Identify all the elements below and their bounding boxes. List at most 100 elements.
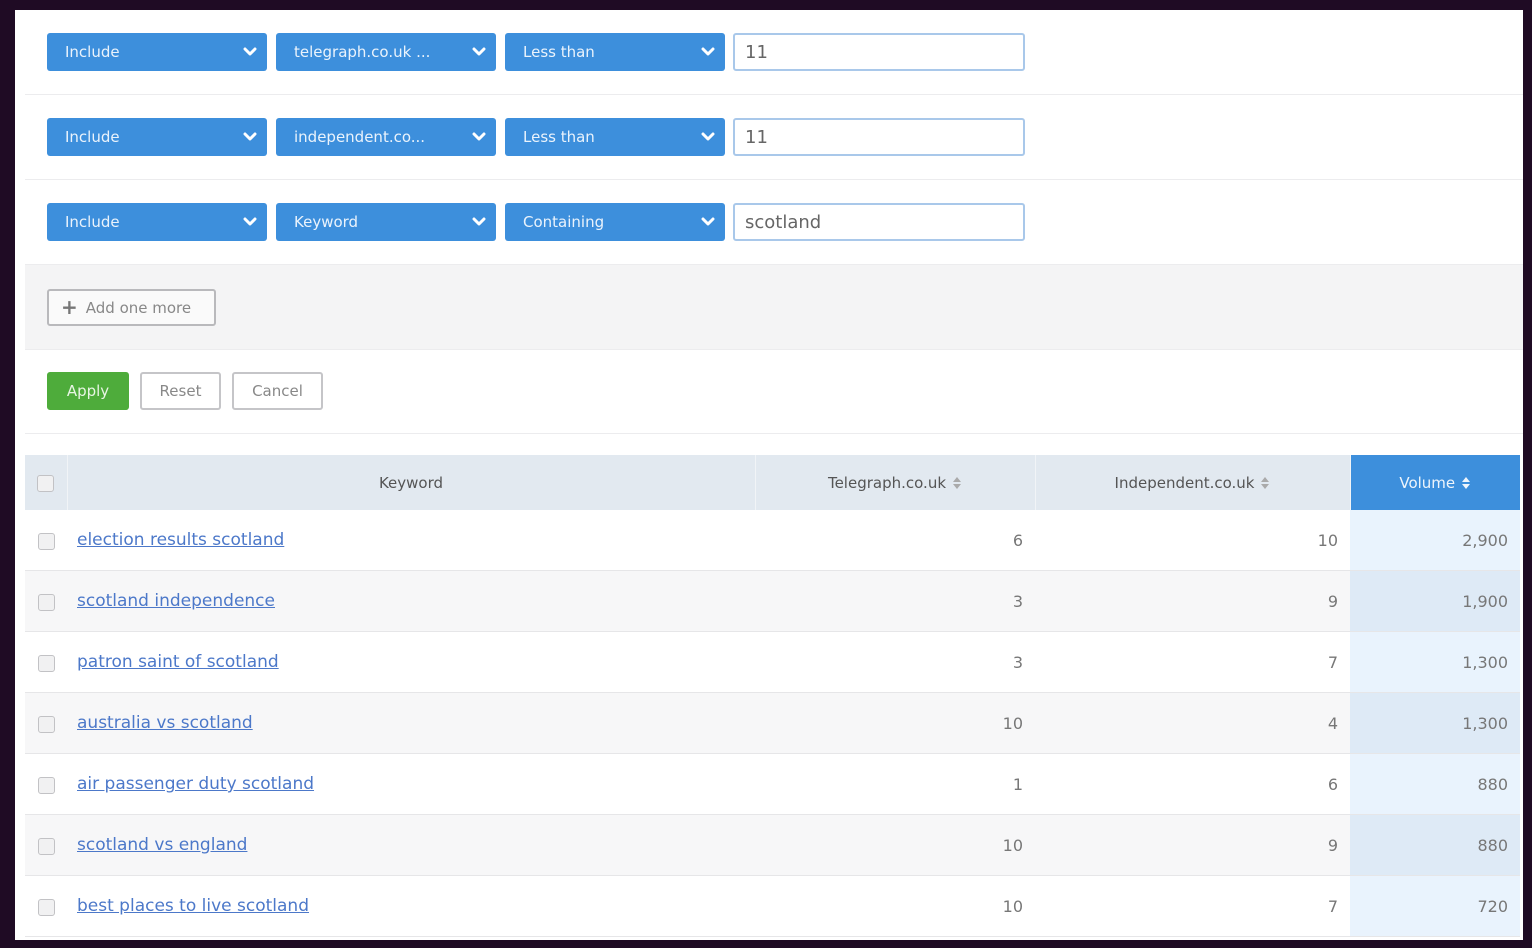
chevron-down-icon bbox=[701, 132, 715, 141]
independent-position: 9 bbox=[1035, 814, 1350, 876]
row-select-cell bbox=[25, 875, 67, 937]
add-filter-band: + Add one more bbox=[25, 265, 1523, 350]
keyword-cell: patron saint of scotland bbox=[67, 631, 755, 693]
independent-position: 7 bbox=[1035, 875, 1350, 937]
telegraph-position: 1 bbox=[755, 753, 1035, 815]
volume-value: 880 bbox=[1350, 814, 1520, 876]
keyword-link[interactable]: election results scotland bbox=[77, 530, 284, 550]
keyword-link[interactable]: scotland independence bbox=[77, 591, 275, 611]
independent-position: 9 bbox=[1035, 570, 1350, 632]
keyword-link[interactable]: air passenger duty scotland bbox=[77, 774, 314, 794]
filter-panel: Include telegraph.co.uk ... Less than In… bbox=[25, 10, 1523, 937]
apply-button[interactable]: Apply bbox=[47, 372, 129, 410]
row-checkbox[interactable] bbox=[37, 715, 55, 733]
reset-button[interactable]: Reset bbox=[140, 372, 221, 410]
field-dropdown[interactable]: Keyword bbox=[276, 203, 496, 241]
column-label: Independent.co.uk bbox=[1114, 473, 1255, 492]
operator-dropdown[interactable]: Containing bbox=[505, 203, 725, 241]
filter-actions: Apply Reset Cancel bbox=[25, 350, 1523, 434]
mode-dropdown-label: Include bbox=[65, 213, 120, 231]
telegraph-position: 3 bbox=[755, 570, 1035, 632]
column-label: Telegraph.co.uk bbox=[827, 473, 947, 492]
row-select-cell bbox=[25, 692, 67, 754]
column-header-independent[interactable]: Independent.co.uk bbox=[1035, 455, 1351, 510]
operator-dropdown[interactable]: Less than bbox=[505, 33, 725, 71]
chevron-down-icon bbox=[472, 132, 486, 141]
row-select-cell bbox=[25, 570, 67, 632]
table-row: air passenger duty scotland 1 6 880 bbox=[25, 753, 1520, 815]
independent-position: 4 bbox=[1035, 692, 1350, 754]
row-checkbox[interactable] bbox=[37, 532, 55, 550]
filter-row: Include independent.co... Less than bbox=[25, 95, 1523, 180]
mode-dropdown[interactable]: Include bbox=[47, 33, 267, 71]
add-one-more-label: Add one more bbox=[85, 299, 192, 317]
row-checkbox[interactable] bbox=[37, 898, 55, 916]
chevron-down-icon bbox=[472, 217, 486, 226]
keyword-cell: scotland independence bbox=[67, 570, 755, 632]
row-checkbox[interactable] bbox=[37, 776, 55, 794]
chevron-down-icon bbox=[243, 47, 257, 56]
row-checkbox[interactable] bbox=[37, 837, 55, 855]
sort-icon[interactable] bbox=[952, 475, 962, 491]
field-dropdown[interactable]: telegraph.co.uk ... bbox=[276, 33, 496, 71]
operator-dropdown-label: Less than bbox=[523, 128, 595, 146]
volume-value: 1,300 bbox=[1350, 692, 1520, 754]
volume-value: 2,900 bbox=[1350, 510, 1520, 571]
telegraph-position: 10 bbox=[755, 875, 1035, 937]
independent-position: 7 bbox=[1035, 631, 1350, 693]
column-label: Keyword bbox=[378, 473, 444, 492]
select-all-cell bbox=[25, 455, 68, 510]
keyword-link[interactable]: best places to live scotland bbox=[77, 896, 309, 916]
filter-value-input[interactable] bbox=[733, 203, 1025, 241]
table-row: patron saint of scotland 3 7 1,300 bbox=[25, 631, 1520, 693]
keyword-cell: best places to live scotland bbox=[67, 875, 755, 937]
keyword-cell: scotland vs england bbox=[67, 814, 755, 876]
table-row: australia vs scotland 10 4 1,300 bbox=[25, 692, 1520, 754]
keyword-cell: election results scotland bbox=[67, 510, 755, 571]
table-row: scotland vs england 10 9 880 bbox=[25, 814, 1520, 876]
row-select-cell bbox=[25, 631, 67, 693]
select-all-checkbox[interactable] bbox=[37, 474, 55, 492]
filter-value-input[interactable] bbox=[733, 118, 1025, 156]
field-dropdown-label: independent.co... bbox=[294, 128, 426, 146]
filter-row: Include telegraph.co.uk ... Less than bbox=[25, 10, 1523, 95]
row-select-cell bbox=[25, 814, 67, 876]
independent-position: 10 bbox=[1035, 510, 1350, 571]
column-header-volume[interactable]: Volume bbox=[1350, 455, 1520, 510]
field-dropdown[interactable]: independent.co... bbox=[276, 118, 496, 156]
volume-value: 1,900 bbox=[1350, 570, 1520, 632]
keyword-link[interactable]: scotland vs england bbox=[77, 835, 247, 855]
column-header-telegraph[interactable]: Telegraph.co.uk bbox=[755, 455, 1036, 510]
independent-position: 6 bbox=[1035, 753, 1350, 815]
keyword-link[interactable]: australia vs scotland bbox=[77, 713, 253, 733]
table-row: best places to live scotland 10 7 720 bbox=[25, 875, 1520, 937]
chevron-down-icon bbox=[701, 217, 715, 226]
sort-icon[interactable] bbox=[1260, 475, 1270, 491]
filter-value-input[interactable] bbox=[733, 33, 1025, 71]
telegraph-position: 6 bbox=[755, 510, 1035, 571]
column-header-keyword: Keyword bbox=[67, 455, 756, 510]
telegraph-position: 3 bbox=[755, 631, 1035, 693]
mode-dropdown[interactable]: Include bbox=[47, 203, 267, 241]
keyword-link[interactable]: patron saint of scotland bbox=[77, 652, 279, 672]
telegraph-position: 10 bbox=[755, 814, 1035, 876]
row-checkbox[interactable] bbox=[37, 593, 55, 611]
table-header-row: Keyword Telegraph.co.uk Independent.co.u… bbox=[25, 455, 1520, 510]
chevron-down-icon bbox=[701, 47, 715, 56]
cancel-button[interactable]: Cancel bbox=[232, 372, 323, 410]
sort-icon[interactable] bbox=[1461, 475, 1471, 491]
keyword-cell: air passenger duty scotland bbox=[67, 753, 755, 815]
column-label: Volume bbox=[1399, 473, 1456, 492]
operator-dropdown-label: Containing bbox=[523, 213, 605, 231]
add-one-more-button[interactable]: + Add one more bbox=[47, 289, 216, 326]
chevron-down-icon bbox=[243, 217, 257, 226]
table-row: election results scotland 6 10 2,900 bbox=[25, 510, 1520, 571]
field-dropdown-label: Keyword bbox=[294, 213, 359, 231]
mode-dropdown[interactable]: Include bbox=[47, 118, 267, 156]
keywords-table: Keyword Telegraph.co.uk Independent.co.u… bbox=[25, 455, 1520, 937]
operator-dropdown[interactable]: Less than bbox=[505, 118, 725, 156]
row-checkbox[interactable] bbox=[37, 654, 55, 672]
volume-value: 720 bbox=[1350, 875, 1520, 937]
volume-value: 1,300 bbox=[1350, 631, 1520, 693]
page: Include telegraph.co.uk ... Less than In… bbox=[15, 10, 1523, 940]
